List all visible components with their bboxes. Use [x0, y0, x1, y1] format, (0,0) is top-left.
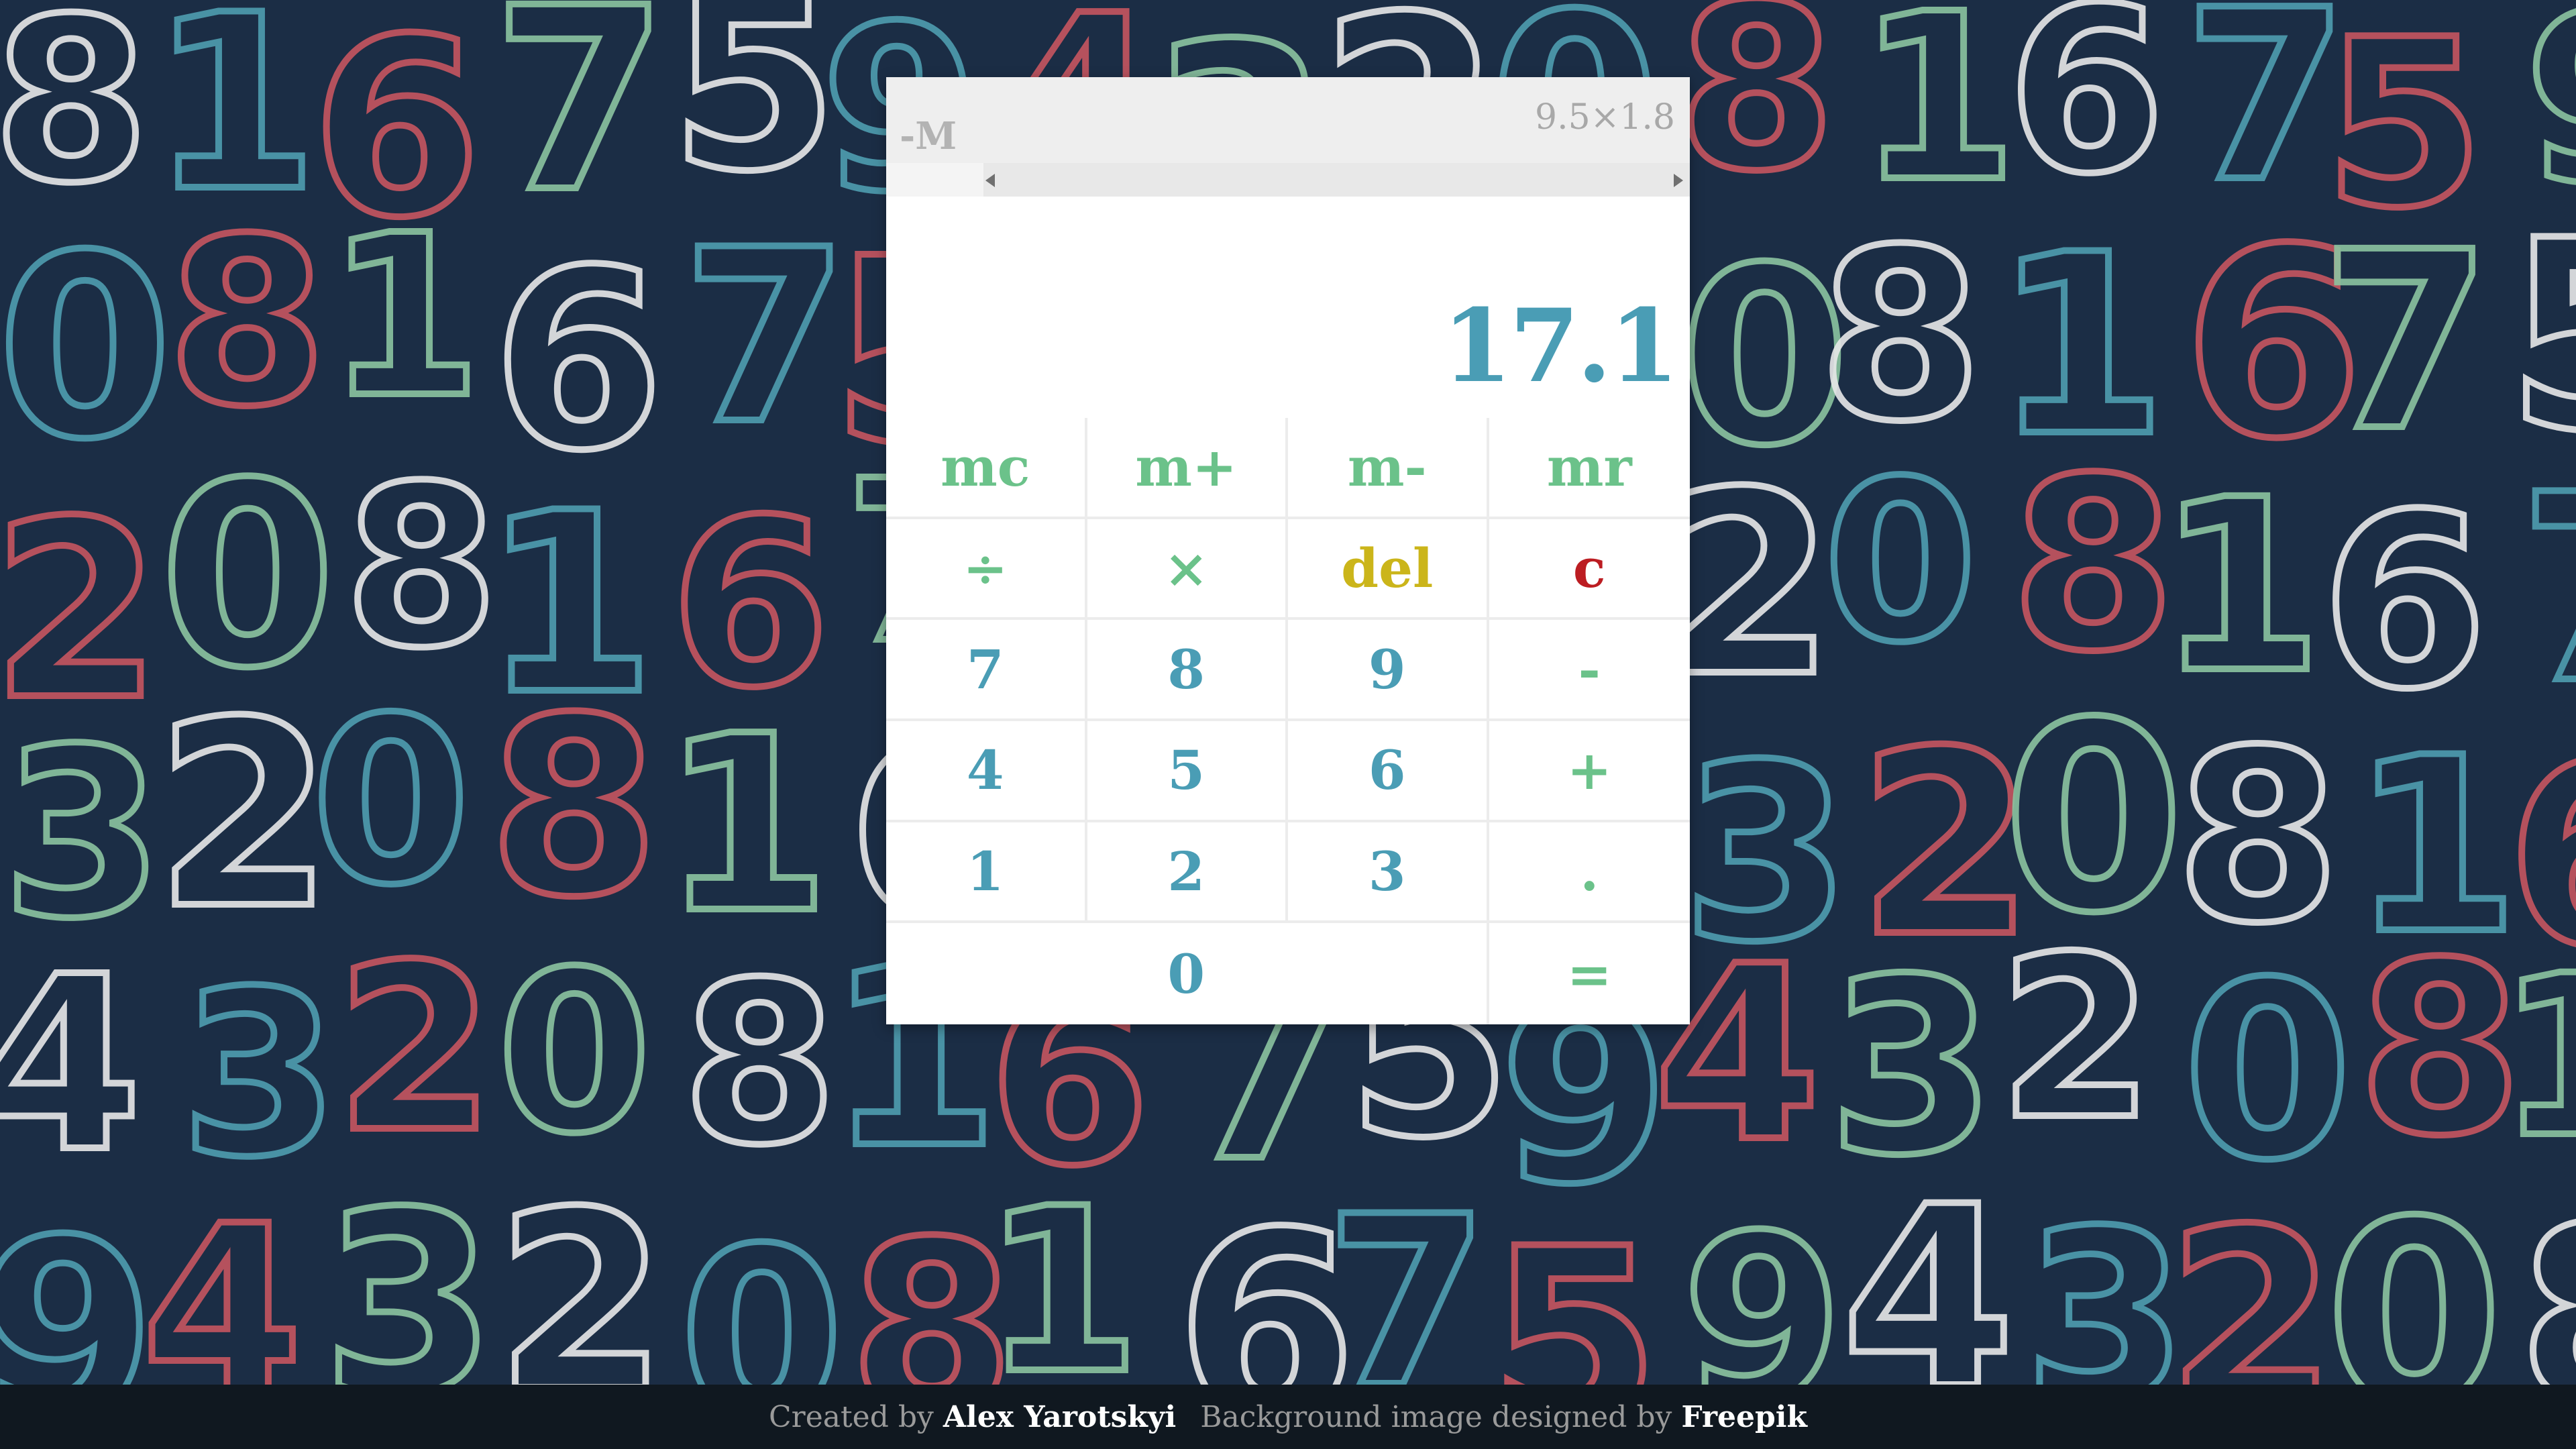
decorative-numeral: 0 [1820, 433, 1981, 691]
history-scrollbar[interactable] [886, 163, 1690, 197]
memory-clear-button[interactable]: mc [886, 418, 1087, 519]
clear-button[interactable]: c [1489, 519, 1690, 621]
decorative-numeral: 2 [332, 916, 498, 1183]
decorative-numeral: 0 [156, 429, 339, 723]
digit-1-button[interactable]: 1 [886, 822, 1087, 924]
minus-button[interactable]: - [1489, 620, 1690, 721]
decorative-numeral: 5 [667, 0, 841, 224]
memory-add-button[interactable]: m+ [1087, 418, 1288, 519]
decorative-numeral: 5 [2503, 203, 2576, 470]
digit-7-button[interactable]: 7 [886, 620, 1087, 721]
decorative-numeral: 2 [0, 469, 165, 754]
author-link[interactable]: Alex Yarotskyi [943, 1400, 1176, 1434]
digit-8-button[interactable]: 8 [1087, 620, 1288, 721]
decorative-numeral: 2 [152, 667, 337, 965]
decorative-numeral: 7 [1322, 1167, 1492, 1385]
display-value: 17.1 [1442, 287, 1679, 405]
decorative-numeral: 3 [1825, 927, 1999, 1208]
decorative-numeral: 3 [0, 699, 167, 969]
equals-button[interactable]: = [1489, 923, 1690, 1024]
decorative-numeral: 8 [0, 0, 153, 233]
decorative-numeral: 7 [679, 199, 852, 476]
decorative-numeral: 6 [489, 217, 667, 504]
digit-4-button[interactable]: 4 [886, 721, 1087, 822]
background-credit-label: Background image designed by [1200, 1399, 1672, 1434]
decorative-numeral: 1 [323, 188, 485, 447]
calculator: -M 9.5×1.8 17.1 mc m+ m-mr ÷ × del c 7 8 9- 4 5 6 +1 2… [886, 77, 1690, 1024]
decorative-numeral: 8 [1815, 199, 1986, 473]
decorative-numeral: 1 [1854, 0, 2021, 232]
footer: Created by Alex Yarotskyi Background ima… [0, 1385, 2576, 1449]
decorative-numeral: 8 [2515, 1192, 2576, 1385]
decorative-numeral: 4 [138, 1176, 307, 1385]
decorative-numeral: 3 [319, 1159, 500, 1385]
created-by-label: Created by [769, 1399, 934, 1434]
digit-0-button[interactable]: 0 [886, 923, 1489, 1024]
decorative-numeral: 0 [0, 202, 176, 494]
history-panel: -M 9.5×1.8 [886, 77, 1690, 197]
digit-6-button[interactable]: 6 [1288, 721, 1489, 822]
decorative-numeral: 0 [2322, 1167, 2506, 1385]
multiply-button[interactable]: × [1087, 519, 1288, 621]
decorative-numeral: 0 [676, 1198, 847, 1385]
decorative-numeral: 0 [2180, 930, 2356, 1214]
decorative-numeral: 8 [485, 665, 663, 951]
freepik-link[interactable]: Freepik [1681, 1400, 1807, 1434]
decorative-numeral: 3 [2021, 1180, 2191, 1385]
memory-recall-button[interactable]: mr [1489, 418, 1690, 519]
decorative-numeral: 6 [2318, 464, 2491, 742]
memory-subtract-button[interactable]: m- [1288, 418, 1489, 519]
decorative-numeral: 8 [679, 935, 841, 1194]
decorative-numeral: 7 [2515, 458, 2576, 722]
digit-9-button[interactable]: 9 [1288, 620, 1489, 721]
decorative-numeral: 9 [2521, 0, 2576, 219]
decorative-numeral: 8 [1674, 0, 1839, 221]
decorative-numeral: 9 [0, 1185, 159, 1385]
expression-history: 9.5×1.8 [1535, 97, 1675, 138]
digit-3-button[interactable]: 3 [1288, 822, 1489, 924]
scroll-left-arrow-icon[interactable] [985, 174, 995, 187]
decorative-numeral: 1 [979, 1159, 1144, 1385]
keypad: mc m+ m-mr ÷ × del c 7 8 9- 4 5 6 +1 2 3. 0 = [886, 418, 1690, 1024]
decorative-numeral: 8 [2172, 700, 2344, 975]
decorative-numeral: 3 [177, 942, 342, 1207]
result-display: 17.1 [886, 197, 1690, 418]
digit-2-button[interactable]: 2 [1087, 822, 1288, 924]
decorative-numeral: 0 [308, 669, 474, 935]
decorative-numeral: 4 [0, 926, 146, 1205]
decorative-numeral: 0 [494, 924, 655, 1183]
decorative-numeral: 7 [489, 0, 672, 248]
delete-button[interactable]: del [1288, 519, 1489, 621]
decorative-numeral: 2 [1995, 908, 2157, 1169]
decorative-numeral: 8 [164, 189, 331, 457]
decorative-numeral: 2 [2163, 1177, 2340, 1385]
decorative-numeral: 5 [1485, 1195, 1663, 1385]
digit-5-button[interactable]: 5 [1087, 721, 1288, 822]
plus-button[interactable]: + [1489, 721, 1690, 822]
divide-button[interactable]: ÷ [886, 519, 1087, 621]
decorative-numeral: 1 [2494, 928, 2576, 1187]
decorative-numeral: 8 [2007, 427, 2179, 704]
scrollbar-track[interactable] [983, 163, 1690, 197]
scroll-right-arrow-icon[interactable] [1674, 174, 1683, 187]
memory-indicator: -M [900, 114, 957, 158]
decimal-point-button[interactable]: . [1489, 822, 1690, 924]
decorative-numeral: 8 [341, 439, 502, 697]
decorative-numeral: 1 [658, 684, 834, 967]
decorative-numeral: 4 [1838, 1153, 2019, 1385]
decorative-numeral: 6 [2004, 0, 2169, 223]
decorative-numeral: 9 [1678, 1185, 1847, 1385]
decorative-numeral: 7 [2318, 200, 2495, 485]
decorative-numeral: 2 [492, 1159, 670, 1385]
